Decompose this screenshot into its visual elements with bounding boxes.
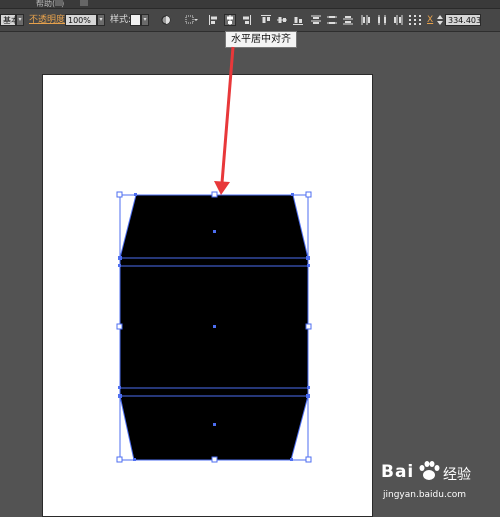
paw-icon bbox=[419, 461, 440, 480]
watermark-brand: Bai bbox=[381, 462, 415, 482]
canvas-overlay bbox=[116, 46, 312, 463]
annotation-arrow bbox=[214, 46, 235, 195]
watermark-url: jingyan.baidu.com bbox=[383, 490, 467, 500]
watermark-jingyan: 经验 bbox=[443, 467, 471, 483]
baidu-jingyan-watermark: Bai 经验 jingyan.baidu.com bbox=[381, 460, 496, 514]
